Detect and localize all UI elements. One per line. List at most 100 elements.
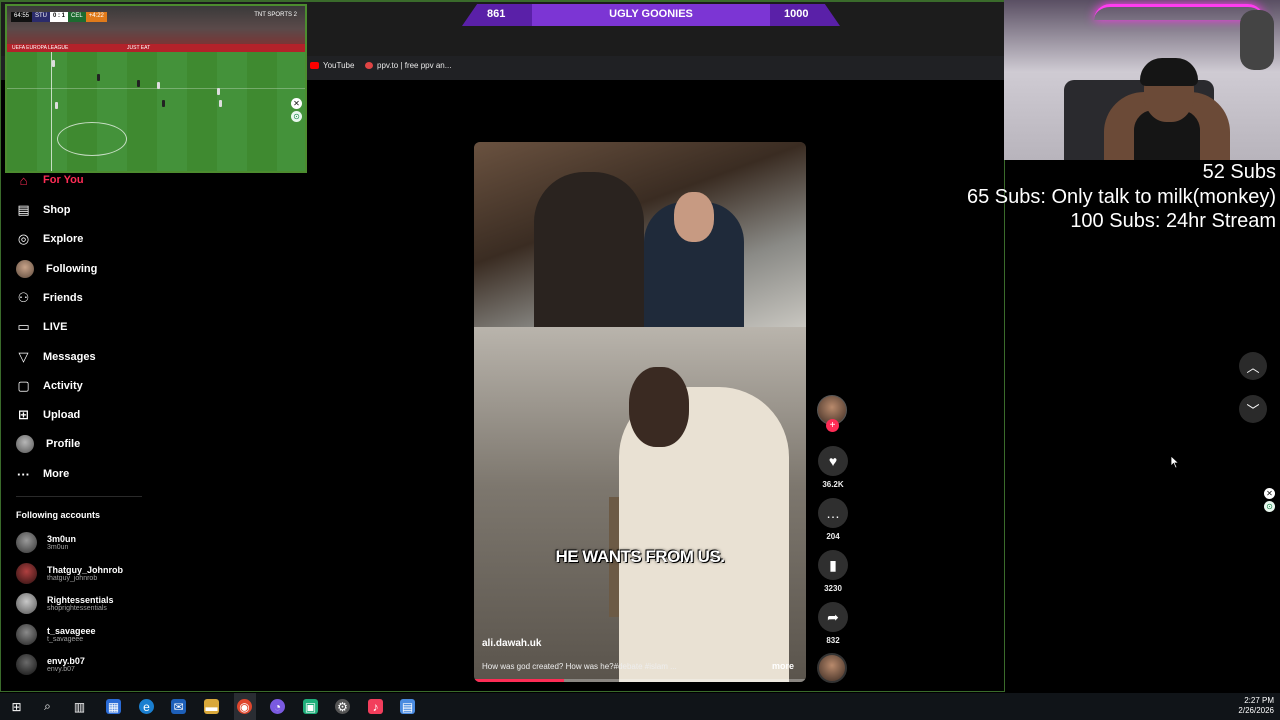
share-button[interactable]: ➦ 832 [817,602,849,645]
account-name: envy.b07 [47,656,85,666]
comment-count: 204 [826,532,840,541]
video-description: How was god created? How was he?#debate … [482,662,677,671]
following-account[interactable]: 3m0un 3m0un [16,532,76,553]
sidebar-item-more[interactable]: ··· More [16,464,69,484]
chevron-down-icon: ﹀ [1246,402,1260,418]
webcam-overlay [1004,0,1280,160]
video-author[interactable]: ali.dawah.uk [482,638,541,649]
video-player[interactable]: HE WANTS FROM US. ali.dawah.uk How was g… [474,142,806,682]
like-button[interactable]: ♥ 36.2K [817,446,849,489]
video-frame-bottom [474,327,806,682]
hud-time: 64:55 [11,12,33,22]
comment-icon: … [818,498,848,528]
taskbar-clock[interactable]: 2:27 PM 2/26/2026 [1238,696,1274,716]
video-caption: HE WANTS FROM US. [555,547,725,566]
football-pitch [7,52,305,171]
following-account[interactable]: envy.b07 envy.b07 [16,654,85,675]
edge-icon[interactable]: e [139,699,154,714]
next-video-button[interactable]: ﹀ [1239,395,1267,423]
bookmark-ppv[interactable]: ppv.to | free ppv an... [365,61,451,70]
steam-icon[interactable]: ⚙ [335,699,350,714]
bookmark-youtube[interactable]: YouTube [310,61,354,70]
chevron-up-icon: ︿ [1246,359,1260,375]
previous-video-button[interactable]: ︿ [1239,352,1267,380]
account-name: 3m0un [47,534,77,544]
sidebar-item-live[interactable]: ▭ LIVE [16,317,67,337]
avatar [16,654,37,675]
account-name: Rightessentials [47,595,114,605]
score-overlay: 861 UGLY GOONIES 1000 [462,4,840,26]
account-handle: thatguy_johnrob [47,575,98,582]
account-handle: shoprightessentials [47,605,107,612]
send-icon: ▽ [18,349,29,364]
sidebar-item-upload[interactable]: ⊞ Upload [16,405,80,425]
like-count: 36.2K [822,480,844,489]
sidebar-item-friends[interactable]: ⚇ Friends [16,288,83,308]
task-view-icon[interactable]: ▥ [72,699,87,714]
expand-icon[interactable]: ⊙ [1264,501,1275,512]
video-progress-bar[interactable] [474,679,806,682]
avatar [16,563,37,584]
more-button[interactable]: more [772,661,794,671]
hud-extra-time: +4:22 [85,12,107,22]
sidebar-item-label: Friends [43,292,83,304]
following-account[interactable]: t_savageee t_savageee [16,624,96,645]
subs-goal-line: 52 Subs [1202,161,1276,183]
mouse-cursor-icon [1170,455,1180,469]
obs-icon[interactable]: ◔ [270,699,285,714]
hud-team-right: CEL [68,12,86,22]
notepad-icon[interactable]: ▤ [400,699,415,714]
hud-score: 0 : 1 [50,12,69,22]
sidebar-item-label: Upload [43,409,81,421]
sidebar-item-following[interactable]: Following [16,259,97,279]
activity-icon: ▢ [17,378,30,393]
bookmark-icon: ▮ [818,550,848,580]
clock-date: 2/26/2026 [1238,706,1274,715]
avatar [16,624,37,645]
close-icon[interactable]: ✕ [1264,488,1275,499]
sidebar-item-shop[interactable]: ▤ Shop [16,200,70,220]
live-icon: ▭ [17,319,30,334]
channel-logo: TNT SPORTS 2 [254,12,297,18]
comment-button[interactable]: … 204 [817,498,849,541]
sidebar-item-explore[interactable]: ◎ Explore [16,229,84,249]
profile-avatar-icon [16,435,34,453]
save-button[interactable]: ▮ 3230 [817,550,849,593]
sidebar-item-profile[interactable]: Profile [16,434,80,454]
ad-board-league: UEFA EUROPA LEAGUE [12,45,69,51]
subs-goal-line: 65 Subs: Only talk to milk(monkey) [967,185,1276,208]
sidebar-item-messages[interactable]: ▽ Messages [16,347,96,367]
more-icon: ··· [17,466,30,482]
home-icon: ⌂ [19,172,28,188]
subs-goals: 52 Subs 65 Subs: Only talk to milk(monke… [967,160,1276,234]
music-icon[interactable]: ♪ [368,699,383,714]
video-frame-top [474,142,806,327]
heart-icon: ♥ [818,446,848,476]
account-handle: envy.b07 [47,666,75,673]
music-disc-icon[interactable] [817,653,847,683]
ad-board-text: JUST EAT [127,45,151,51]
mail-icon[interactable]: ✉ [171,699,186,714]
taskbar: ⊞ ⌕ ▥ ▦ e ✉ ▬ ◉ ◔ ▣ ⚙ ♪ ▤ 2:27 PM 2/26/2… [0,693,1280,720]
search-icon[interactable]: ⌕ [40,699,55,714]
share-count: 832 [826,636,840,645]
account-handle: t_savageee [47,636,84,643]
sidebar-item-activity[interactable]: ▢ Activity [16,376,83,396]
clock-time: 2:27 PM [1244,696,1274,705]
sidebar-item-label: Activity [43,380,83,392]
following-account[interactable]: Rightessentials shoprightessentials [16,593,114,614]
sidebar-item-for-you[interactable]: ⌂ For You [16,170,84,190]
close-icon[interactable]: ✕ [291,98,302,109]
follow-plus-icon[interactable]: + [826,419,839,432]
share-icon: ➦ [818,602,848,632]
sidebar-item-label: Following [46,263,98,275]
windows-start-icon[interactable]: ⊞ [9,699,24,714]
compass-icon: ◎ [17,231,30,246]
store-icon[interactable]: ▦ [106,699,121,714]
app-icon[interactable]: ▣ [303,699,318,714]
sidebar-item-label: Explore [43,233,84,245]
expand-icon[interactable]: ⊙ [291,111,302,122]
file-explorer-icon[interactable]: ▬ [204,699,219,714]
chrome-icon[interactable]: ◉ [237,699,252,714]
following-account[interactable]: Thatguy_Johnrob thatguy_johnrob [16,563,123,584]
